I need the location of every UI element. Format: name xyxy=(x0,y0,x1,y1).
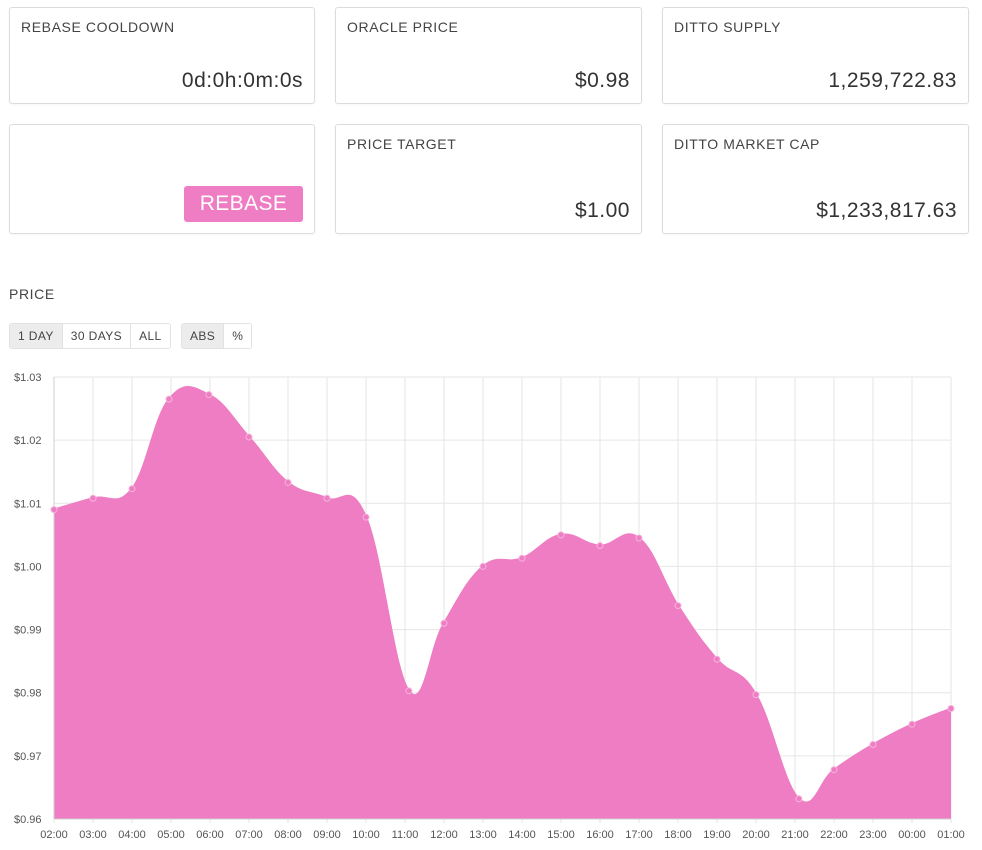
mode-button-group: ABS % xyxy=(181,323,253,349)
x-tick-label: 03:00 xyxy=(79,829,107,841)
price-point xyxy=(795,795,803,803)
mode-percent-button[interactable]: % xyxy=(224,324,252,348)
rebase-cooldown-card: REBASE COOLDOWN 0d:0h:0m:0s xyxy=(9,7,315,104)
x-tick-label: 22:00 xyxy=(820,829,848,841)
x-tick-label: 10:00 xyxy=(352,829,380,841)
ditto-supply-label: DITTO SUPPLY xyxy=(674,19,782,35)
y-tick-label: $1.03 xyxy=(14,372,42,384)
price-point xyxy=(50,506,58,514)
x-tick-label: 18:00 xyxy=(664,829,692,841)
price-point xyxy=(830,766,838,774)
price-target-card: PRICE TARGET $1.00 xyxy=(335,124,642,234)
x-tick-label: 19:00 xyxy=(703,829,731,841)
price-point xyxy=(323,494,331,502)
price-point xyxy=(518,554,526,562)
x-tick-label: 08:00 xyxy=(274,829,302,841)
x-tick-label: 17:00 xyxy=(625,829,653,841)
x-tick-label: 02:00 xyxy=(40,829,68,841)
rebase-cooldown-label: REBASE COOLDOWN xyxy=(21,19,175,35)
rebase-card: REBASE xyxy=(9,124,315,234)
price-point xyxy=(89,494,97,502)
market-cap-card: DITTO MARKET CAP $1,233,817.63 xyxy=(662,124,969,234)
y-tick-label: $1.02 xyxy=(14,435,42,447)
price-point xyxy=(635,534,643,542)
price-point xyxy=(908,720,916,728)
x-tick-label: 12:00 xyxy=(430,829,458,841)
rebase-cooldown-value: 0d:0h:0m:0s xyxy=(181,69,303,92)
y-tick-label: $1.01 xyxy=(14,498,42,510)
price-point xyxy=(752,691,760,699)
price-point xyxy=(205,391,213,399)
x-tick-label: 20:00 xyxy=(742,829,770,841)
price-point xyxy=(284,478,292,486)
price-point xyxy=(479,562,487,570)
y-tick-label: $0.96 xyxy=(14,814,42,826)
price-point xyxy=(869,740,877,748)
price-point xyxy=(128,485,136,493)
oracle-price-label: ORACLE PRICE xyxy=(347,19,459,35)
range-30-days-button[interactable]: 30 DAYS xyxy=(62,324,132,348)
x-tick-label: 15:00 xyxy=(547,829,575,841)
range-button-group: 1 DAY 30 DAYS ALL xyxy=(9,323,171,349)
x-tick-label: 01:00 xyxy=(937,829,965,841)
x-tick-label: 16:00 xyxy=(586,829,614,841)
price-target-label: PRICE TARGET xyxy=(347,136,457,152)
price-section-title: PRICE xyxy=(9,286,55,302)
x-tick-label: 21:00 xyxy=(781,829,809,841)
y-tick-label: $1.00 xyxy=(14,561,42,573)
y-tick-label: $0.98 xyxy=(14,688,42,700)
x-tick-label: 05:00 xyxy=(157,829,185,841)
x-tick-label: 11:00 xyxy=(392,829,419,841)
rebase-button[interactable]: REBASE xyxy=(184,186,303,222)
mode-abs-button[interactable]: ABS xyxy=(182,324,225,348)
price-point xyxy=(596,542,604,550)
x-tick-label: 23:00 xyxy=(859,829,887,841)
y-tick-label: $0.97 xyxy=(14,751,42,763)
x-tick-label: 06:00 xyxy=(196,829,224,841)
price-point xyxy=(405,687,413,695)
x-tick-label: 14:00 xyxy=(508,829,536,841)
x-tick-label: 13:00 xyxy=(469,829,497,841)
price-point xyxy=(947,705,955,712)
x-tick-label: 07:00 xyxy=(235,829,263,841)
price-target-value: $1.00 xyxy=(574,199,630,222)
ditto-supply-value: 1,259,722.83 xyxy=(828,69,957,92)
x-tick-label: 09:00 xyxy=(313,829,341,841)
oracle-price-card: ORACLE PRICE $0.98 xyxy=(335,7,642,104)
price-point xyxy=(165,395,173,403)
ditto-supply-card: DITTO SUPPLY 1,259,722.83 xyxy=(662,7,969,104)
x-tick-label: 04:00 xyxy=(118,829,146,841)
price-chart: $1.03 $1.02 $1.01 $1.00 $0.99 $0.98 $0.97 $0.96… xyxy=(14,372,965,841)
price-area xyxy=(54,386,951,819)
price-point xyxy=(674,602,682,610)
oracle-price-value: $0.98 xyxy=(574,69,630,92)
market-cap-label: DITTO MARKET CAP xyxy=(674,136,820,152)
y-tick-label: $0.99 xyxy=(14,625,42,637)
market-cap-value: $1,233,817.63 xyxy=(816,199,957,222)
price-point xyxy=(440,619,448,627)
price-point xyxy=(557,531,565,539)
price-point xyxy=(245,433,253,441)
range-all-button[interactable]: ALL xyxy=(131,324,170,348)
x-tick-label: 00:00 xyxy=(898,829,926,841)
range-1-day-button[interactable]: 1 DAY xyxy=(10,324,63,348)
price-point xyxy=(362,513,370,521)
price-point xyxy=(713,655,721,663)
